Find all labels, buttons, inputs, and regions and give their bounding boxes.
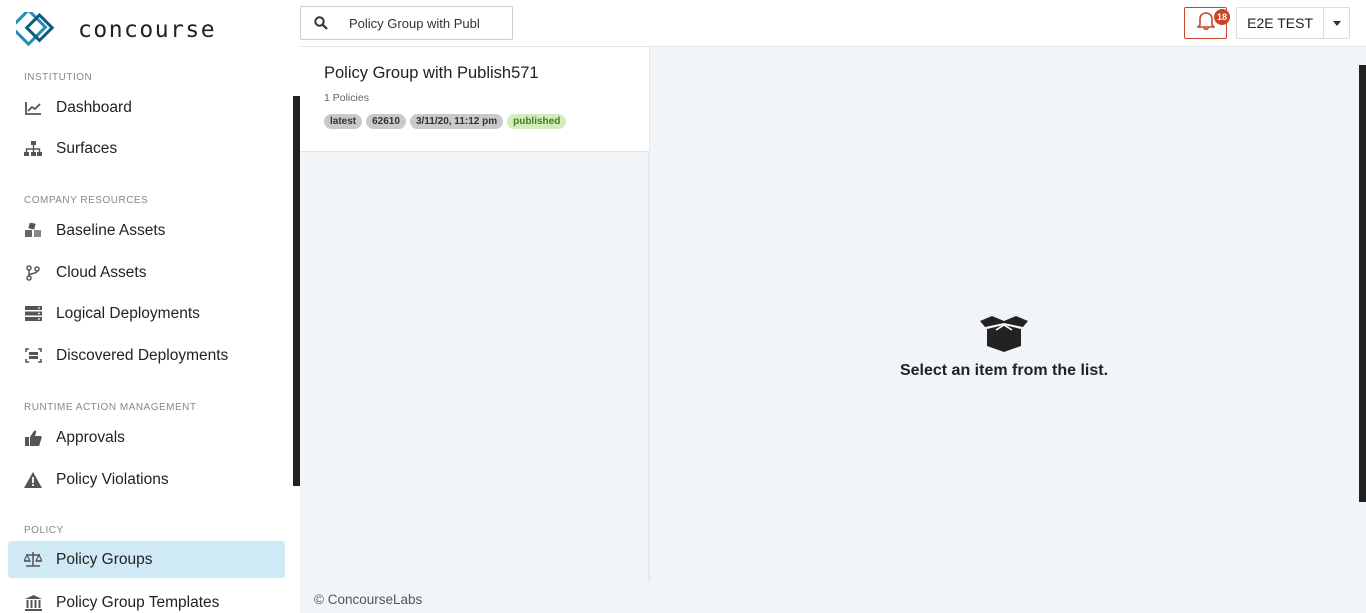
sidebar-item-baseline-assets[interactable]: Baseline Assets [8,212,285,249]
tag-id: 62610 [366,114,406,129]
sidebar-item-surfaces[interactable]: Surfaces [8,130,285,167]
section-policy: POLICY [24,525,64,536]
sidebar-item-label: Policy Group Templates [56,593,220,611]
card-title: Policy Group with Publish571 [324,64,539,82]
card-subtitle: 1 Policies [324,92,369,104]
cubes-icon [24,222,42,240]
sitemap-icon [24,140,42,158]
warning-icon [24,471,42,489]
sidebar-item-label: Surfaces [56,139,118,157]
chart-line-icon [24,99,42,117]
concourse-logo-icon [16,12,55,47]
sidebar-item-approvals[interactable]: Approvals [8,419,285,456]
open-box-icon [978,316,1030,357]
search-icon [301,16,341,30]
sidebar-item-policy-violations[interactable]: Policy Violations [8,461,285,498]
bell-icon [1195,11,1216,35]
footer-text: © ConcourseLabs [314,592,423,607]
empty-state-message: Select an item from the list. [899,362,1109,379]
user-menu[interactable]: E2E TEST [1236,7,1350,39]
tag-version: latest [324,114,363,129]
sidebar-item-label: Approvals [56,428,125,446]
user-label[interactable]: E2E TEST [1237,15,1323,31]
balance-scale-icon [24,551,42,569]
sidebar-item-logical-deployments[interactable]: Logical Deployments [8,295,285,332]
tag-status: published [507,114,567,129]
sidebar-item-label: Cloud Assets [56,263,147,281]
content-area: Policy Group with Publish571 1 Policies … [300,46,1366,613]
logo[interactable]: concourse [16,12,216,48]
thumbs-up-icon [24,429,42,447]
sidebar-item-discovered-deployments[interactable]: Discovered Deployments [8,337,285,374]
university-icon [24,594,42,612]
scan-icon [24,347,42,365]
section-company-resources: COMPANY RESOURCES [24,195,149,206]
sidebar-item-policy-group-templates[interactable]: Policy Group Templates [8,584,285,613]
notification-count-badge: 18 [1214,9,1231,25]
detail-scrollbar[interactable] [1359,65,1366,502]
sidebar: concourse INSTITUTION Dashboard Surfaces… [0,0,300,613]
list-pane: Policy Group with Publish571 1 Policies … [300,47,650,582]
sidebar-item-label: Policy Groups [56,550,153,568]
policy-group-card[interactable]: Policy Group with Publish571 1 Policies … [300,47,649,152]
notifications-button[interactable]: 18 [1184,7,1231,39]
server-icon [24,305,42,323]
sidebar-item-label: Dashboard [56,98,132,116]
section-runtime-action-management: RUNTIME ACTION MANAGEMENT [24,402,197,413]
search-box[interactable] [300,6,513,40]
sidebar-item-label: Logical Deployments [56,304,200,322]
section-institution: INSTITUTION [24,72,93,83]
sidebar-scrollbar[interactable] [293,96,300,486]
sidebar-item-label: Policy Violations [56,470,169,488]
code-branch-icon [24,264,42,282]
empty-state: Select an item from the list. [860,315,1148,380]
sidebar-item-label: Baseline Assets [56,221,166,239]
tag-date: 3/11/20, 11:12 pm [409,114,504,129]
sidebar-item-label: Discovered Deployments [56,346,229,364]
sidebar-item-policy-groups[interactable]: Policy Groups [8,541,285,578]
sidebar-item-dashboard[interactable]: Dashboard [8,89,285,126]
sidebar-item-cloud-assets[interactable]: Cloud Assets [8,254,285,291]
card-tags: latest 62610 3/11/20, 11:12 pm published [324,114,649,129]
logo-text: concourse [78,17,217,43]
search-input[interactable] [341,15,501,31]
chevron-down-icon[interactable] [1323,8,1349,38]
